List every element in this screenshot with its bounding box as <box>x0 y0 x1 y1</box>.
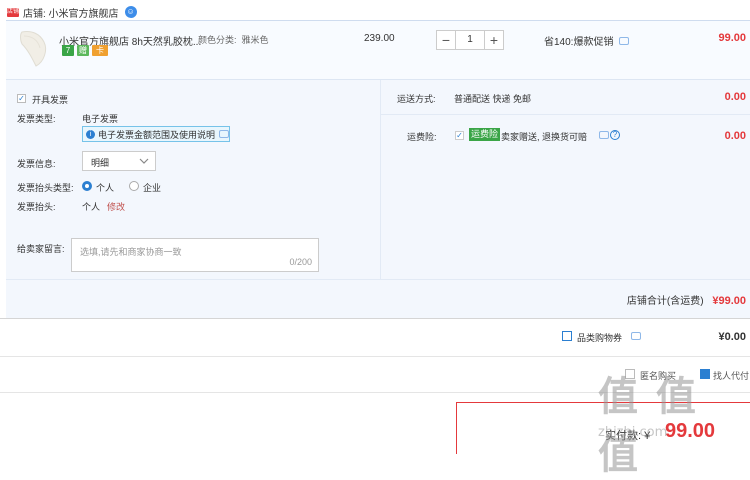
item-row <box>6 21 750 80</box>
invoice-type-value: 电子发票 <box>82 114 119 124</box>
seven-day-return-icon: 7 <box>62 45 74 56</box>
shipping-price: 0.00 <box>724 91 746 103</box>
insurance-price: 0.00 <box>724 130 746 142</box>
comment-bubble-icon[interactable] <box>599 131 609 139</box>
message-label: 给卖家留言: <box>17 244 65 254</box>
invoice-header-value: 个人 <box>82 202 101 212</box>
invoice-type-label: 发票类型: <box>17 114 56 124</box>
invoice-header-label: 发票抬头: <box>17 202 56 212</box>
shop-name[interactable]: 店铺: 小米官方旗舰店 <box>23 5 119 20</box>
quantity-stepper: − 1 + <box>436 30 504 50</box>
product-thumbnail[interactable] <box>14 28 50 68</box>
coupon-bottom-divider <box>0 356 750 357</box>
issue-invoice-label: 开具发票 <box>32 95 69 105</box>
unit-price: 239.00 <box>364 33 395 44</box>
radio-personal-label[interactable]: 个人 <box>96 181 114 194</box>
invoice-info-selected: 明细 <box>91 158 110 168</box>
invoice-header-type-label: 发票抬头类型: <box>17 183 74 193</box>
chevron-down-icon <box>139 158 149 164</box>
message-placeholder: 选填,请先和商家协商一致 <box>80 247 182 257</box>
gift-icon: 赠 <box>77 45 89 56</box>
shipping-label: 运送方式: <box>397 94 436 104</box>
watermark-logo: 值 值 值 <box>598 374 698 478</box>
watermark-domain: zhizhi.com <box>598 425 668 440</box>
discount-info: 省140:爆款促销 <box>544 33 630 48</box>
insurance-badge: 运费险 <box>469 128 501 141</box>
radio-personal[interactable] <box>82 181 92 191</box>
quantity-minus-button[interactable]: − <box>436 30 456 50</box>
radio-company-label[interactable]: 企业 <box>143 181 161 194</box>
discount-text: 省140:爆款促销 <box>544 37 614 48</box>
insurance-checkbox[interactable]: ✓ <box>455 131 464 140</box>
coupon-checkbox[interactable] <box>562 331 572 341</box>
column-divider <box>380 80 381 280</box>
subtotal-label: 店铺合计(含运费) <box>626 296 704 307</box>
invoice-info-label: 发票信息: <box>17 159 56 169</box>
spec-value: 雅米色 <box>241 35 269 45</box>
invoice-info-select[interactable]: 明细 <box>82 151 156 171</box>
insurance-label: 运费险: <box>407 132 437 142</box>
item-total: 99.00 <box>718 32 746 44</box>
shipping-value: 普通配送 快递 免邮 <box>454 94 532 104</box>
quantity-plus-button[interactable]: + <box>484 30 504 50</box>
subtotal-value: ¥99.00 <box>712 295 746 307</box>
coupon-divider <box>0 318 750 319</box>
invoice-notice-text[interactable]: 电子发票金额范围及使用说明 <box>98 128 215 141</box>
quantity-input[interactable]: 1 <box>456 30 484 50</box>
comment-bubble-icon[interactable] <box>219 130 229 138</box>
message-counter: 0/200 <box>289 257 312 267</box>
invoice-notice[interactable]: i 电子发票金额范围及使用说明 <box>82 126 230 142</box>
comment-bubble-icon[interactable] <box>619 37 630 45</box>
card-payment-icon: 卡 <box>92 45 108 56</box>
modify-link[interactable]: 修改 <box>107 200 125 213</box>
help-icon[interactable]: ? <box>610 130 620 140</box>
shop-subtotal: 店铺合计(含运费) ¥99.00 <box>627 292 746 307</box>
subtotal-divider <box>6 279 750 280</box>
issue-invoice-checkbox[interactable]: ✓ <box>17 94 26 103</box>
comment-bubble-icon[interactable] <box>631 332 641 340</box>
spec-label: 颜色分类: <box>198 35 237 45</box>
chat-icon[interactable]: ☺ <box>124 6 137 18</box>
info-icon: i <box>86 129 95 139</box>
coupon-label: 品类购物券 <box>577 333 623 343</box>
shipping-divider <box>380 114 750 115</box>
message-textarea[interactable]: 选填,请先和商家协商一致 0/200 <box>71 238 319 272</box>
insurance-text: 卖家赠送, 退换货可赔 <box>501 132 588 142</box>
shop-badge-icon: 店铺 <box>7 7 20 17</box>
product-spec: 颜色分类: 雅米色 <box>198 33 269 46</box>
coupon-value: ¥0.00 <box>718 331 746 343</box>
radio-company[interactable] <box>129 181 139 191</box>
